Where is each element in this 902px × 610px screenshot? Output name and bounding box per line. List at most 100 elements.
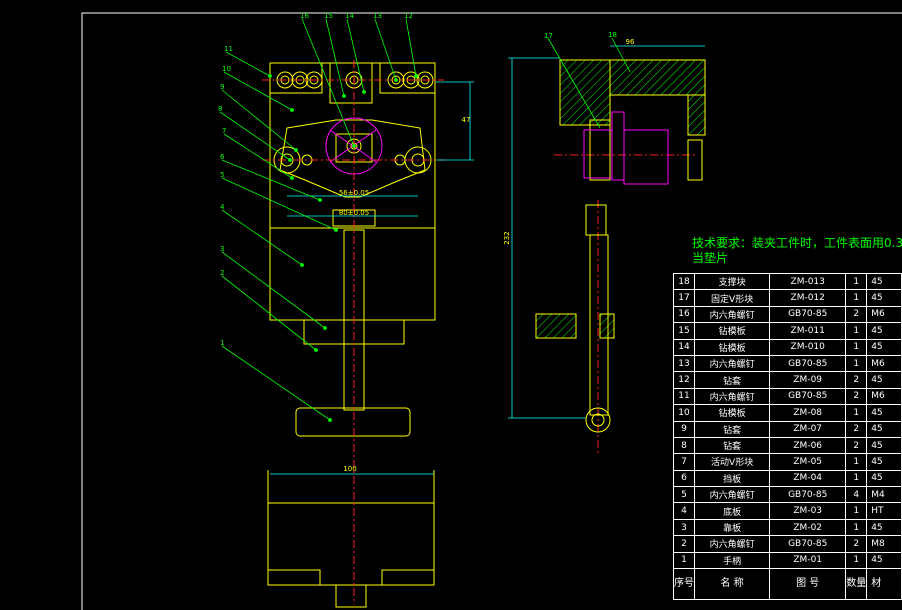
bom-cell-material: M6	[866, 305, 902, 324]
bom-cell-name: 钻模板	[693, 338, 771, 356]
leader-line	[219, 111, 291, 161]
balloon-label: 10	[222, 65, 231, 73]
bom-cell-code: ZM-09	[769, 371, 847, 389]
bom-cell-no: 4	[673, 502, 695, 520]
bom-header-name: 名 称	[693, 568, 771, 601]
leader-dot	[268, 74, 272, 78]
bom-cell-name: 内六角螺钉	[693, 535, 771, 553]
balloon-label: 15	[324, 12, 333, 20]
bom-cell-no: 11	[673, 387, 695, 406]
leader-dot	[288, 158, 292, 162]
balloon-label: 8	[218, 105, 222, 113]
leader-dot	[362, 90, 366, 94]
bom-row: 12 钻套 ZM-09 2 45	[673, 371, 902, 389]
bom-row: 13 内六角螺钉 GB70-85 1 M6	[673, 354, 902, 373]
bom-cell-no: 10	[673, 404, 695, 422]
bom-cell-code: GB70-85	[769, 387, 847, 406]
bom-cell-qty: 2	[845, 535, 868, 553]
bom-row: 7 活动V形块 ZM-05 1 45	[673, 453, 902, 471]
bom-row: 15 钻模板 ZM-011 1 45	[673, 322, 902, 340]
bom-header-qty: 数量	[845, 568, 868, 601]
dim-232: 232	[503, 231, 511, 244]
bom-cell-name: 钻套	[693, 371, 771, 389]
bom-cell-no: 6	[673, 469, 695, 488]
bom-cell-code: ZM-01	[769, 551, 847, 570]
bom-cell-no: 9	[673, 420, 695, 438]
bom-row: 2 内六角螺钉 GB70-85 2 M8	[673, 535, 902, 553]
bom-cell-name: 内六角螺钉	[693, 486, 771, 504]
balloon-label: 1	[220, 339, 224, 347]
balloon-label: 12	[404, 12, 413, 20]
bom-cell-qty: 1	[845, 551, 868, 570]
balloon-label: 4	[220, 203, 225, 211]
bom-cell-name: 钻套	[693, 436, 771, 455]
bom-header-no: 序号	[673, 568, 695, 601]
bom-cell-qty: 1	[845, 453, 868, 471]
bom-cell-name: 手柄	[693, 551, 771, 570]
bom-cell-code: ZM-07	[769, 420, 847, 438]
leader-dot	[334, 228, 338, 232]
leader-dot	[300, 263, 304, 267]
bom-row: 3 靠板 ZM-02 1 45	[673, 518, 902, 537]
balloon-label: 13	[373, 12, 382, 20]
bom-cell-name: 活动V形块	[693, 453, 771, 471]
bom-cell-material: M4	[866, 486, 902, 504]
bom-cell-material: 45	[866, 453, 902, 471]
bom-cell-no: 3	[673, 518, 695, 537]
bom-row: 1 手柄 ZM-01 1 45	[673, 551, 902, 570]
bom-cell-code: ZM-06	[769, 436, 847, 455]
balloon-label: 2	[220, 269, 224, 277]
center-lines	[262, 60, 695, 605]
bom-cell-qty: 1	[845, 518, 868, 537]
bill-of-materials: 18 支撑块 ZM-013 1 45 17 固定V形块 ZM-012 1 45 16 内六角螺钉 GB7…	[673, 272, 902, 601]
bom-cell-code: ZM-012	[769, 289, 847, 307]
bom-cell-name: 钻套	[693, 420, 771, 438]
bom-row: 4 底板 ZM-03 1 HT	[673, 502, 902, 520]
dim-56: 56±0.05	[339, 189, 369, 197]
requirement-line-1: 技术要求：装夹工件时，工件表面用0.3m	[692, 236, 902, 250]
bom-cell-qty: 4	[845, 486, 868, 504]
bom-cell-name: 挡板	[693, 469, 771, 488]
bom-cell-material: M6	[866, 387, 902, 406]
bom-cell-code: ZM-08	[769, 404, 847, 422]
bom-cell-material: M6	[866, 354, 902, 373]
bom-cell-code: ZM-013	[769, 272, 847, 291]
balloon-label: 3	[220, 245, 224, 253]
bom-cell-qty: 2	[845, 387, 868, 406]
bom-cell-material: 45	[866, 371, 902, 389]
bom-cell-name: 内六角螺钉	[693, 305, 771, 324]
bom-cell-qty: 1	[845, 354, 868, 373]
bom-cell-no: 15	[673, 322, 695, 340]
bom-row: 18 支撑块 ZM-013 1 45	[673, 272, 902, 291]
leader-dot	[318, 198, 322, 202]
dim-96: 96	[626, 38, 635, 46]
leader-line	[374, 18, 397, 81]
balloon-label: 6	[220, 153, 225, 161]
balloon-label: 5	[220, 171, 224, 179]
bom-cell-material: 45	[866, 404, 902, 422]
bom-cell-code: ZM-011	[769, 322, 847, 340]
bom-cell-qty: 2	[845, 420, 868, 438]
leader-dot	[314, 348, 318, 352]
balloon-label: 11	[224, 45, 233, 53]
bom-row: 16 内六角螺钉 GB70-85 2 M6	[673, 305, 902, 324]
leader-dot	[352, 144, 356, 148]
leader-dot	[323, 326, 327, 330]
bom-cell-no: 8	[673, 436, 695, 455]
bom-cell-material: 45	[866, 551, 902, 570]
bom-cell-material: 45	[866, 436, 902, 455]
bom-cell-material: 45	[866, 322, 902, 340]
requirement-line-2: 当垫片	[692, 251, 729, 265]
bom-cell-qty: 1	[845, 502, 868, 520]
bom-cell-name: 固定V形块	[693, 289, 771, 307]
leader-line	[223, 133, 293, 179]
bom-cell-material: 45	[866, 420, 902, 438]
dim-80: 80±0.05	[339, 209, 369, 217]
bom-cell-no: 2	[673, 535, 695, 553]
balloon-17: 17	[544, 32, 553, 40]
dim-47: 47	[462, 116, 471, 124]
bom-cell-qty: 1	[845, 469, 868, 488]
bom-row: 11 内六角螺钉 GB70-85 2 M6	[673, 387, 902, 406]
bom-cell-code: GB70-85	[769, 486, 847, 504]
bom-cell-qty: 2	[845, 305, 868, 324]
